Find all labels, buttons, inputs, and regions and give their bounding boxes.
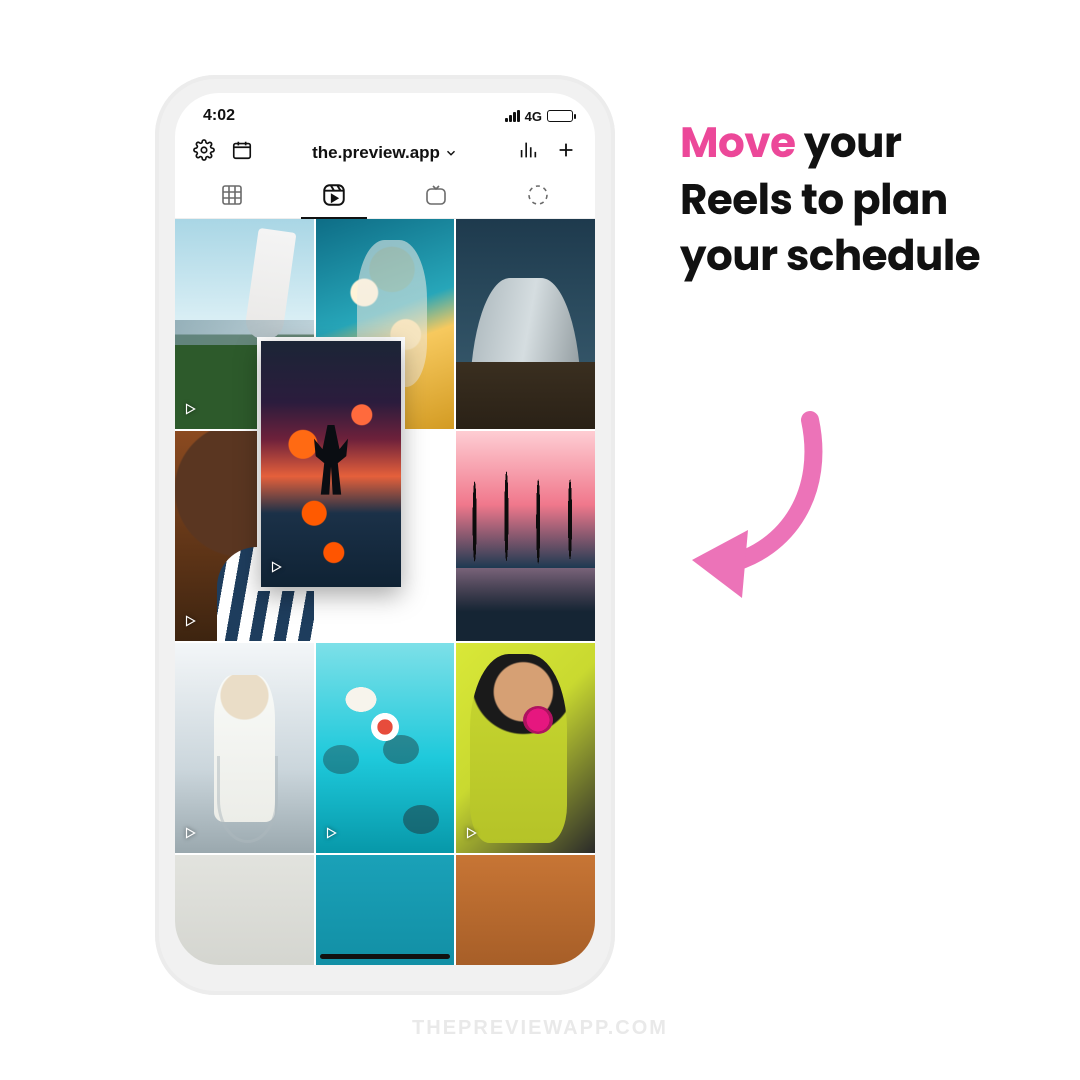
account-switcher[interactable]: the.preview.app <box>312 143 458 163</box>
marketing-caption: Move your Reels to plan your schedule <box>680 115 1010 285</box>
phone-screen: 4:02 4G the.preview.a <box>175 93 595 965</box>
reels-icon <box>321 182 347 208</box>
grid-tile[interactable] <box>175 855 314 965</box>
grid-tile[interactable] <box>316 643 455 853</box>
play-icon <box>324 826 338 845</box>
account-name: the.preview.app <box>312 143 440 163</box>
igtv-icon <box>424 183 448 207</box>
tab-igtv[interactable] <box>385 183 487 217</box>
tab-story[interactable] <box>487 183 589 217</box>
status-indicators: 4G <box>505 109 573 124</box>
play-icon <box>183 402 197 421</box>
phone-frame: 4:02 4G the.preview.a <box>155 75 615 995</box>
grid-icon <box>220 183 244 207</box>
caption-accent: Move <box>680 113 795 172</box>
grid-tile[interactable] <box>456 219 595 429</box>
play-icon <box>464 614 478 633</box>
app-bar: the.preview.app <box>175 129 595 174</box>
grid-tile[interactable] <box>316 855 455 965</box>
status-bar: 4:02 4G <box>175 93 595 129</box>
network-label: 4G <box>525 109 542 124</box>
status-time: 4:02 <box>203 107 235 125</box>
settings-icon[interactable] <box>193 139 215 166</box>
pointer-arrow-icon <box>680 400 860 605</box>
play-icon <box>269 560 283 579</box>
add-icon[interactable] <box>555 139 577 166</box>
signal-icon <box>505 110 520 122</box>
grid-tile[interactable] <box>175 643 314 853</box>
watermark: THEPREVIEWAPP.COM <box>0 1017 1080 1040</box>
story-ring-icon <box>526 183 550 207</box>
tab-grid[interactable] <box>181 183 283 217</box>
grid-tile[interactable] <box>456 855 595 965</box>
analytics-icon[interactable] <box>517 139 539 166</box>
tab-reels[interactable] <box>283 182 385 218</box>
play-icon <box>464 826 478 845</box>
grid-tile[interactable] <box>456 643 595 853</box>
reels-grid <box>175 219 595 965</box>
play-icon <box>183 614 197 633</box>
play-icon <box>464 402 478 421</box>
grid-tile[interactable] <box>456 431 595 641</box>
battery-icon <box>547 110 573 122</box>
calendar-icon[interactable] <box>231 139 253 166</box>
play-icon <box>183 826 197 845</box>
home-indicator <box>320 954 450 959</box>
content-tabs <box>175 174 595 219</box>
dragging-tile[interactable] <box>261 341 401 587</box>
chevron-down-icon <box>444 146 458 160</box>
